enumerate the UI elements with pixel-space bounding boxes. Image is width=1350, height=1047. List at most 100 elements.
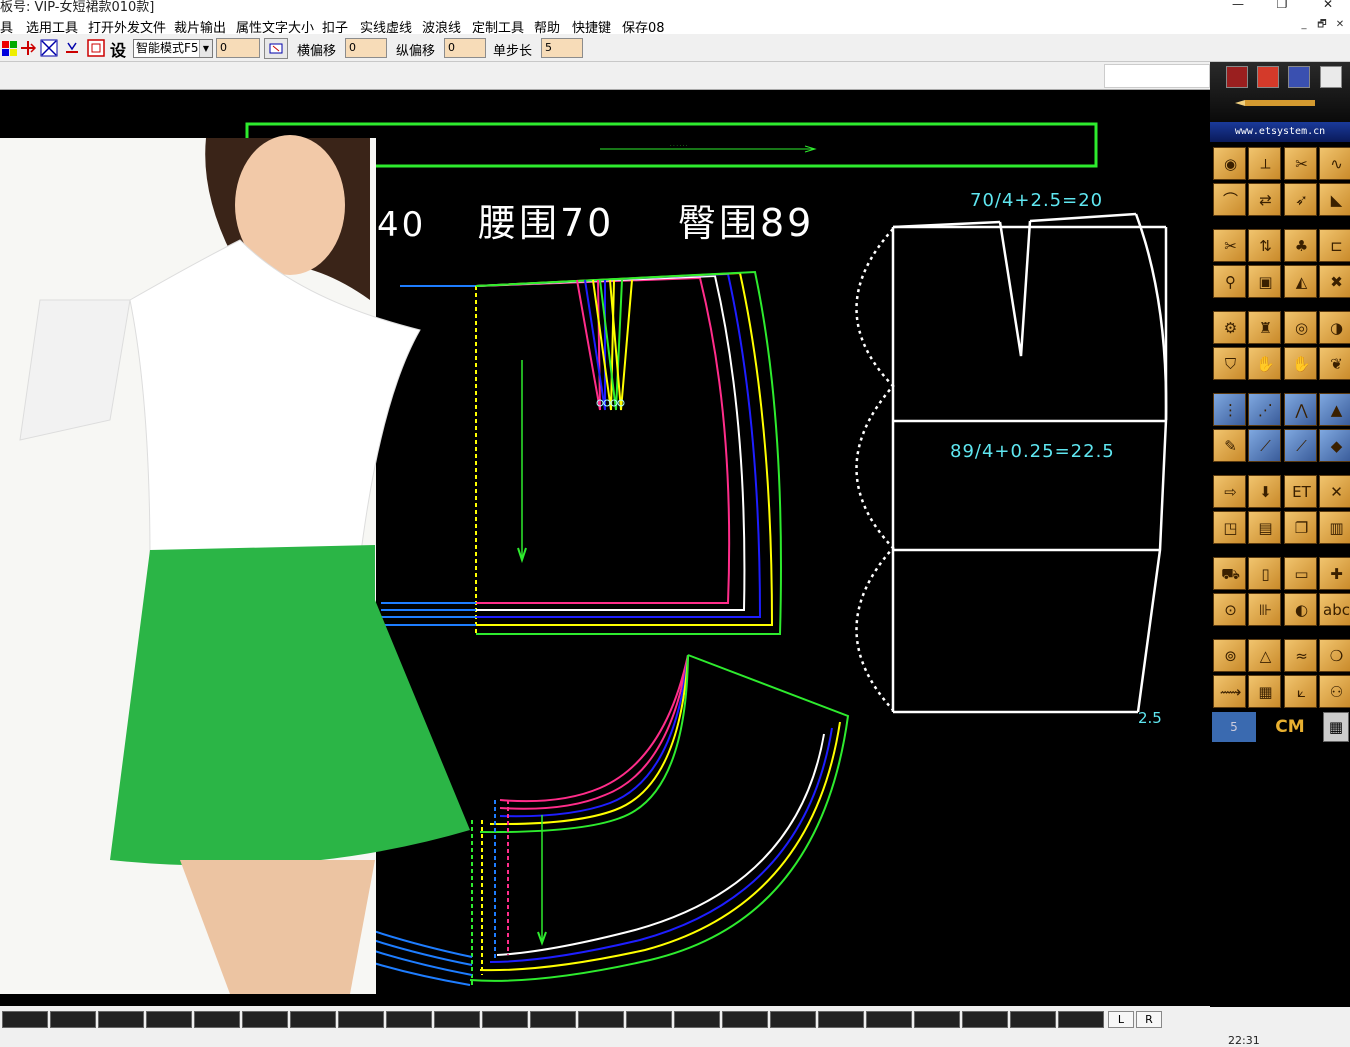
mdi-minimize-button[interactable]: _: [1297, 18, 1311, 32]
tape-line-icon[interactable]: ⟿: [1213, 675, 1246, 708]
flag-icon[interactable]: [1257, 66, 1279, 88]
unit-label[interactable]: CM: [1260, 712, 1320, 742]
zipper-icon[interactable]: ⊪: [1248, 593, 1281, 626]
calculator-icon[interactable]: ▦: [1323, 712, 1349, 742]
sleeve-icon[interactable]: ◭: [1284, 265, 1317, 298]
document-icon[interactable]: [1320, 66, 1342, 88]
abc-icon[interactable]: abc: [1319, 593, 1350, 626]
arrow-swap-icon[interactable]: ⇅: [1248, 229, 1281, 262]
sewing-machine-icon[interactable]: ⚙: [1213, 311, 1246, 344]
knife-icon[interactable]: ⟋: [1284, 429, 1317, 462]
eraser-icon[interactable]: ◆: [1319, 429, 1350, 462]
pocket-icon[interactable]: ◑: [1319, 311, 1350, 344]
drawing-canvas[interactable]: · · · · · · 40 腰围70 臀围89 70/4+2.5=20 89/…: [0, 90, 1210, 1006]
menu-wave-line[interactable]: 波浪线: [422, 17, 461, 36]
dart-icon[interactable]: ◣: [1319, 183, 1350, 216]
bottle-icon[interactable]: ♜: [1248, 311, 1281, 344]
menu-open-outsource[interactable]: 打开外发文件: [88, 17, 166, 36]
curve-ruler-icon[interactable]: ∿: [1319, 147, 1350, 180]
scissor-card-icon[interactable]: ▣: [1248, 265, 1281, 298]
v-offset-input[interactable]: 0: [444, 38, 486, 58]
menu-buttons[interactable]: 扣子: [322, 17, 348, 36]
ruler-slash-icon[interactable]: ⟋: [1248, 429, 1281, 462]
spiral-icon[interactable]: ◎: [1284, 311, 1317, 344]
mdi-close-button[interactable]: ✕: [1333, 18, 1347, 32]
right-button[interactable]: R: [1136, 1011, 1162, 1028]
page-icon[interactable]: ▤: [1248, 511, 1281, 544]
triangle-icon[interactable]: △: [1248, 639, 1281, 672]
cross-icon[interactable]: ✕: [1319, 475, 1350, 508]
h-offset-input[interactable]: 0: [345, 38, 387, 58]
skirt-icon[interactable]: ▲: [1319, 393, 1350, 426]
menu-select-tools[interactable]: 选用工具: [26, 17, 78, 36]
copy-icon[interactable]: ❐: [1284, 511, 1317, 544]
scissors-icon[interactable]: ✂: [1284, 147, 1317, 180]
cut-icon[interactable]: ✂: [1213, 229, 1246, 262]
download-icon[interactable]: ⬇: [1248, 475, 1281, 508]
move-arrows-icon[interactable]: [19, 39, 37, 57]
printer-icon[interactable]: ▦: [1248, 675, 1281, 708]
menu-custom-tools[interactable]: 定制工具: [472, 17, 524, 36]
dress-icon[interactable]: ⋀: [1284, 393, 1317, 426]
angle-icon[interactable]: ⟀: [1284, 675, 1317, 708]
blob-icon[interactable]: ❍: [1319, 639, 1350, 672]
menu-shortcuts[interactable]: 快捷键: [572, 17, 611, 36]
menu-tools[interactable]: 具: [0, 17, 13, 36]
menu-help[interactable]: 帮助: [534, 17, 560, 36]
armhole-curve-icon[interactable]: ⌒: [1213, 183, 1246, 216]
frame-icon[interactable]: ▯: [1248, 557, 1281, 590]
gather-icon[interactable]: ⋰: [1248, 393, 1281, 426]
arrow-down-icon[interactable]: [63, 39, 81, 57]
shirt-icon[interactable]: ♣: [1284, 229, 1317, 262]
window-toggle-button[interactable]: [264, 38, 288, 59]
tool-glyph: ⚙: [1223, 319, 1238, 337]
target-box-icon[interactable]: [87, 39, 105, 57]
notch-icon[interactable]: ⊏: [1319, 229, 1350, 262]
fold-icon[interactable]: ◳: [1213, 511, 1246, 544]
glove-icon[interactable]: ✋: [1248, 347, 1281, 380]
mirror-split-icon[interactable]: ⇄: [1248, 183, 1281, 216]
et-icon[interactable]: ET: [1284, 475, 1317, 508]
unit-step-value[interactable]: 5: [1212, 712, 1256, 742]
menu-line-style[interactable]: 实线虚线: [360, 17, 412, 36]
menu-text-size[interactable]: 属性文字大小: [236, 17, 314, 36]
color-palette-icon[interactable]: [1, 39, 19, 57]
tape-measure-icon[interactable]: ◉: [1213, 147, 1246, 180]
gear-icon[interactable]: [1288, 66, 1310, 88]
mode-select[interactable]: 智能模式F5 ▼: [133, 39, 213, 58]
measure-roll-icon[interactable]: ⊚: [1213, 639, 1246, 672]
pencil-icon[interactable]: [1226, 66, 1248, 88]
leaf-icon[interactable]: ❦: [1319, 347, 1350, 380]
maximize-button[interactable]: ❐: [1272, 0, 1292, 11]
bucket-icon[interactable]: ⛉: [1213, 347, 1246, 380]
rect-icon[interactable]: ▭: [1284, 557, 1317, 590]
iron-icon[interactable]: ◐: [1284, 593, 1317, 626]
chart-icon[interactable]: ≈: [1284, 639, 1317, 672]
pin-icon[interactable]: ⟂: [1248, 147, 1281, 180]
mdi-restore-button[interactable]: 🗗: [1315, 18, 1329, 32]
pleat-icon[interactable]: ⋮: [1213, 393, 1246, 426]
export-icon[interactable]: ⇨: [1213, 475, 1246, 508]
tool-glyph: ⟋: [1260, 437, 1271, 455]
menu-piece-output[interactable]: 裁片输出: [174, 17, 226, 36]
settings-label[interactable]: 设: [110, 37, 126, 61]
grid-icon[interactable]: ▥: [1319, 511, 1350, 544]
minimize-button[interactable]: —: [1228, 0, 1248, 11]
hand-icon[interactable]: ✋: [1284, 347, 1317, 380]
pen-icon[interactable]: ✎: [1213, 429, 1246, 462]
plus-icon[interactable]: ✚: [1319, 557, 1350, 590]
hanger-icon[interactable]: ⚇: [1319, 675, 1350, 708]
step-input[interactable]: 5: [541, 38, 583, 58]
delete-notch-icon[interactable]: ✖: [1319, 265, 1350, 298]
needle-icon[interactable]: ➶: [1284, 183, 1317, 216]
value-input[interactable]: 0: [216, 38, 260, 58]
status-cell: [866, 1011, 912, 1028]
left-button[interactable]: L: [1108, 1011, 1134, 1028]
cross-grid-icon[interactable]: [40, 39, 58, 57]
pin-marker-icon[interactable]: ⚲: [1213, 265, 1246, 298]
truck-icon[interactable]: ⛟: [1213, 557, 1246, 590]
tape-roll-icon[interactable]: ⊙: [1213, 593, 1246, 626]
menu-save[interactable]: 保存08: [622, 17, 665, 36]
mode-select-value: 智能模式F5: [136, 41, 199, 55]
close-button[interactable]: ✕: [1318, 0, 1338, 11]
